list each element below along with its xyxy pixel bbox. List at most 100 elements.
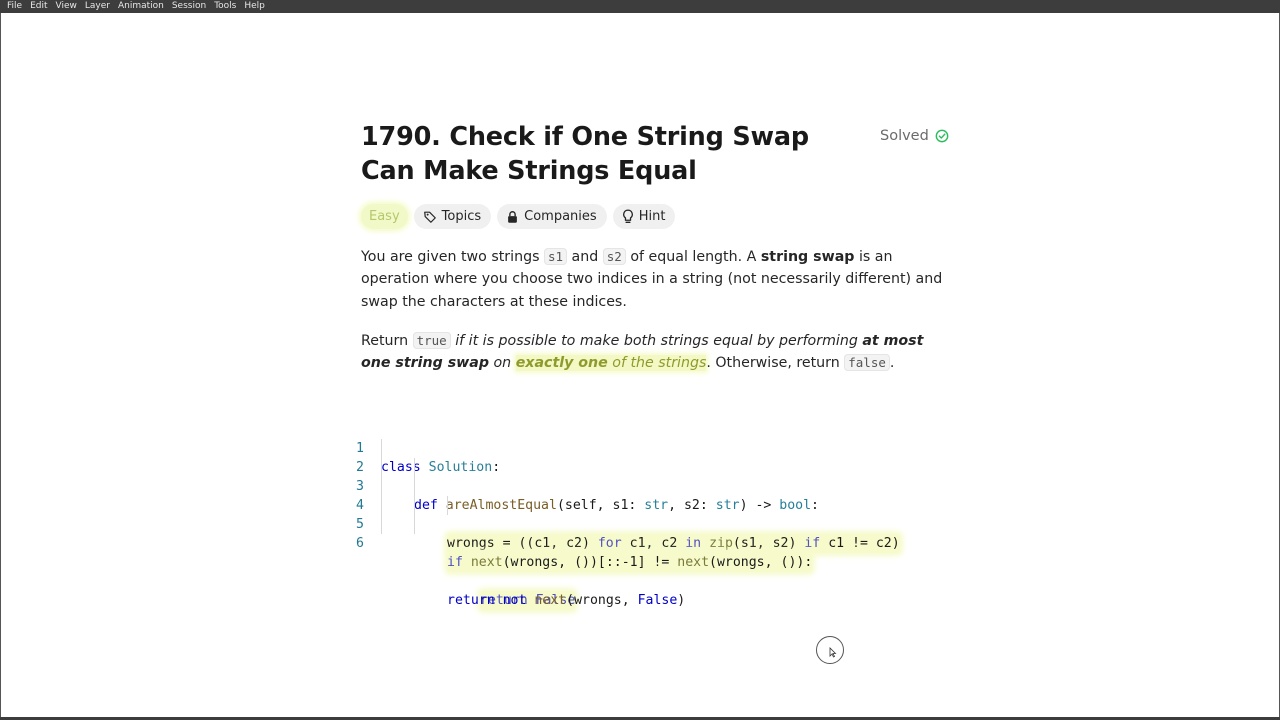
type: bool [779, 498, 812, 513]
bold-term-string-swap: string swap [760, 249, 855, 265]
builtin-fn: next [470, 555, 503, 570]
text: and [567, 249, 603, 265]
description-paragraph-1: You are given two strings s1 and s2 of e… [361, 246, 951, 313]
code-block: 1 class Solution: 2 def areAlmostEqual(s… [348, 420, 900, 610]
code-line: 6 return not next(wrongs, False) [348, 515, 685, 608]
kw: if [804, 536, 821, 551]
expr: (s1, s2) [732, 536, 805, 551]
check-circle-icon [935, 129, 949, 143]
params: : [811, 498, 819, 513]
code-text: return not next(wrongs, False) [447, 591, 685, 610]
indent-guide [414, 496, 415, 515]
hint-button[interactable]: Hint [612, 204, 676, 229]
code-line: 3 wrongs = ((c1, c2) for c1, c2 in zip(s… [348, 458, 900, 553]
value: False [637, 593, 678, 608]
mouse-cursor-indicator [816, 636, 844, 664]
hint-label: Hint [638, 209, 666, 224]
description-paragraph-2: Return true if it is possible to make bo… [361, 330, 951, 375]
line-number: 6 [356, 536, 364, 551]
italic-text: if it is possible to make both strings e… [450, 332, 863, 349]
problem-tags: Easy Topics Companies Hint [361, 204, 676, 229]
kw: in [685, 536, 702, 551]
indent-guide [381, 496, 382, 515]
italic-text: on [488, 355, 516, 372]
menu-file[interactable]: File [0, 0, 22, 13]
menu-layer[interactable]: Layer [78, 0, 110, 13]
indent-guide [381, 458, 382, 477]
kw: for [597, 536, 622, 551]
punct: : [492, 460, 501, 475]
menu-tools[interactable]: Tools [207, 0, 236, 13]
function-name: areAlmostEqual [445, 498, 557, 513]
code-line: 5 return False [348, 496, 576, 610]
difficulty-badge: Easy [361, 204, 408, 229]
builtin-fn: zip [709, 536, 733, 551]
expr: (wrongs, [566, 593, 638, 608]
text: . [889, 355, 895, 372]
type: str [644, 498, 669, 513]
expr: ) [677, 593, 686, 608]
lightbulb-icon [622, 209, 633, 223]
menu-session[interactable]: Session [165, 0, 206, 13]
text: Return [361, 332, 413, 349]
text: You are given two strings [361, 249, 544, 265]
inline-code-s2: s2 [602, 248, 626, 265]
kw: return [447, 593, 495, 608]
topics-label: Topics [441, 209, 482, 224]
problem-description: You are given two strings s1 and s2 of e… [361, 246, 951, 391]
code-text: if next(wrongs, ())[::-1] != next(wrongs… [447, 553, 813, 572]
bold-italic-exactly-one: exactly one [515, 355, 608, 372]
problem-title: 1790. Check if One String Swap Can Make … [361, 122, 809, 186]
indent-guide [381, 477, 382, 496]
companies-label: Companies [524, 209, 597, 224]
code-text: class Solution: [381, 458, 500, 477]
params: , s2: [668, 498, 716, 513]
companies-button[interactable]: Companies [497, 204, 607, 229]
solved-label: Solved [880, 128, 929, 144]
kw: def [414, 498, 438, 513]
solved-status: Solved [880, 128, 949, 144]
text: of equal length. A [625, 249, 761, 265]
kw: not [494, 593, 527, 608]
menu-help[interactable]: Help [237, 0, 265, 13]
indent-guide [414, 477, 415, 496]
expr: (wrongs, ())[::-1] != [502, 555, 678, 570]
tag-icon [423, 211, 436, 223]
indent-guide [381, 439, 382, 458]
italic-text-highlighted: of the strings [607, 355, 707, 372]
expr: c1, c2 [621, 536, 686, 551]
pointer-icon [829, 647, 837, 658]
inline-code-s1: s1 [543, 248, 568, 265]
text: . Otherwise, return [706, 355, 845, 372]
code-line: 2 def areAlmostEqual(self, s1: str, s2: … [348, 439, 819, 513]
topics-button[interactable]: Topics [413, 204, 492, 229]
expr: wrongs = ((c1, c2) [447, 536, 598, 551]
menu-bar: File Edit View Layer Animation Session T… [0, 0, 1280, 13]
expr: (wrongs, ()): [709, 555, 813, 570]
code-text: wrongs = ((c1, c2) for c1, c2 in zip(s1,… [447, 534, 900, 553]
menu-animation[interactable]: Animation [111, 0, 164, 13]
indent-guide [414, 515, 415, 534]
builtin-fn: next [534, 593, 567, 608]
class-name: Solution [428, 460, 493, 475]
menu-edit[interactable]: Edit [23, 0, 47, 13]
inline-code-false: false [844, 354, 890, 372]
kw: if [447, 555, 463, 570]
menu-view[interactable]: View [49, 0, 77, 13]
lock-icon [508, 210, 518, 223]
code-line: 1 class Solution: [348, 420, 500, 475]
type: str [715, 498, 740, 513]
code-line: 4 if next(wrongs, ())[::-1] != next(wron… [348, 477, 813, 572]
params: ) -> [739, 498, 780, 513]
window-frame-left [0, 13, 1, 720]
params: (self, s1: [556, 498, 645, 513]
expr: c1 != c2) [820, 536, 900, 551]
code-text: def areAlmostEqual(self, s1: str, s2: st… [414, 496, 819, 515]
indent-guide [381, 515, 382, 534]
builtin-fn: next [677, 555, 710, 570]
indent-guide [414, 458, 415, 477]
inline-code-true: true [412, 331, 451, 349]
indent-guide [447, 496, 448, 515]
